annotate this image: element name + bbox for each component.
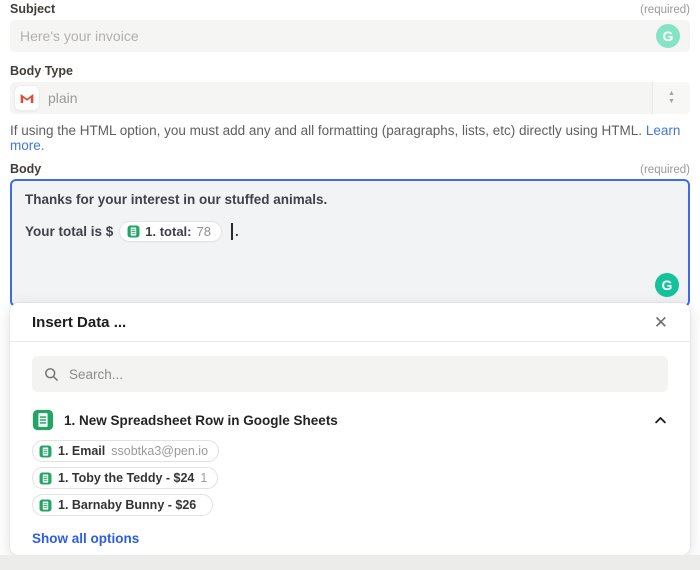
sheets-icon bbox=[39, 445, 52, 458]
search-icon bbox=[43, 366, 60, 383]
data-tag-email[interactable]: 1. Email ssobtka3@pen.io bbox=[32, 440, 219, 462]
subject-input-wrapper: G bbox=[10, 20, 690, 52]
insert-data-title: Insert Data ... bbox=[32, 314, 126, 331]
subject-label: Subject bbox=[10, 2, 55, 16]
body-required-badge: (required) bbox=[640, 164, 690, 176]
body-text-line2-prefix: Your total is $ bbox=[25, 224, 113, 239]
grammarly-icon[interactable]: G bbox=[655, 273, 679, 297]
email-setup-form: Subject (required) G Body Type plain ▲ ▼ bbox=[0, 0, 700, 570]
gmail-icon bbox=[15, 86, 39, 110]
body-text-line1: Thanks for your interest in our stuffed … bbox=[25, 192, 675, 207]
sheets-step-title: 1. New Spreadsheet Row in Google Sheets bbox=[64, 413, 643, 428]
select-stepper-icon[interactable]: ▲ ▼ bbox=[652, 82, 690, 114]
body-label: Body bbox=[10, 162, 41, 176]
chevron-up-icon[interactable] bbox=[653, 413, 668, 428]
body-text-line2-suffix: . bbox=[235, 224, 239, 239]
html-help-text: If using the HTML option, you must add a… bbox=[10, 123, 690, 153]
data-token-total[interactable]: 1. total: 78 bbox=[120, 222, 221, 241]
sheets-icon bbox=[39, 472, 52, 485]
sheets-step-section[interactable]: 1. New Spreadsheet Row in Google Sheets bbox=[32, 409, 668, 431]
insert-data-panel: Insert Data ... ✕ 1. New Spreadsheet Row… bbox=[10, 303, 690, 555]
body-type-label: Body Type bbox=[10, 64, 73, 78]
sheets-icon bbox=[39, 499, 52, 512]
subject-input[interactable] bbox=[20, 28, 656, 44]
help-text: If using the HTML option, you must add a… bbox=[10, 123, 642, 138]
close-icon[interactable]: ✕ bbox=[654, 314, 668, 331]
text-cursor bbox=[231, 223, 233, 240]
subject-required-badge: (required) bbox=[640, 4, 690, 16]
token-label: 1. total: bbox=[145, 224, 191, 239]
data-tag-barnaby[interactable]: 1. Barnaby Bunny - $26 bbox=[32, 494, 213, 516]
search-box bbox=[32, 356, 668, 392]
search-input[interactable] bbox=[69, 367, 657, 382]
body-editor[interactable]: Thanks for your interest in our stuffed … bbox=[10, 179, 690, 307]
token-value: 78 bbox=[197, 224, 211, 239]
data-tag-toby[interactable]: 1. Toby the Teddy - $24 1 bbox=[32, 467, 218, 489]
background-strip bbox=[0, 555, 700, 570]
body-type-select[interactable]: plain ▲ ▼ bbox=[10, 82, 690, 114]
show-all-options-link[interactable]: Show all options bbox=[32, 531, 139, 546]
body-type-value: plain bbox=[48, 90, 78, 106]
sheets-icon bbox=[127, 225, 140, 238]
grammarly-icon[interactable]: G bbox=[656, 24, 680, 48]
sheets-icon bbox=[32, 409, 54, 431]
data-tag-list: 1. Email ssobtka3@pen.io 1. Toby the Ted… bbox=[32, 440, 668, 516]
